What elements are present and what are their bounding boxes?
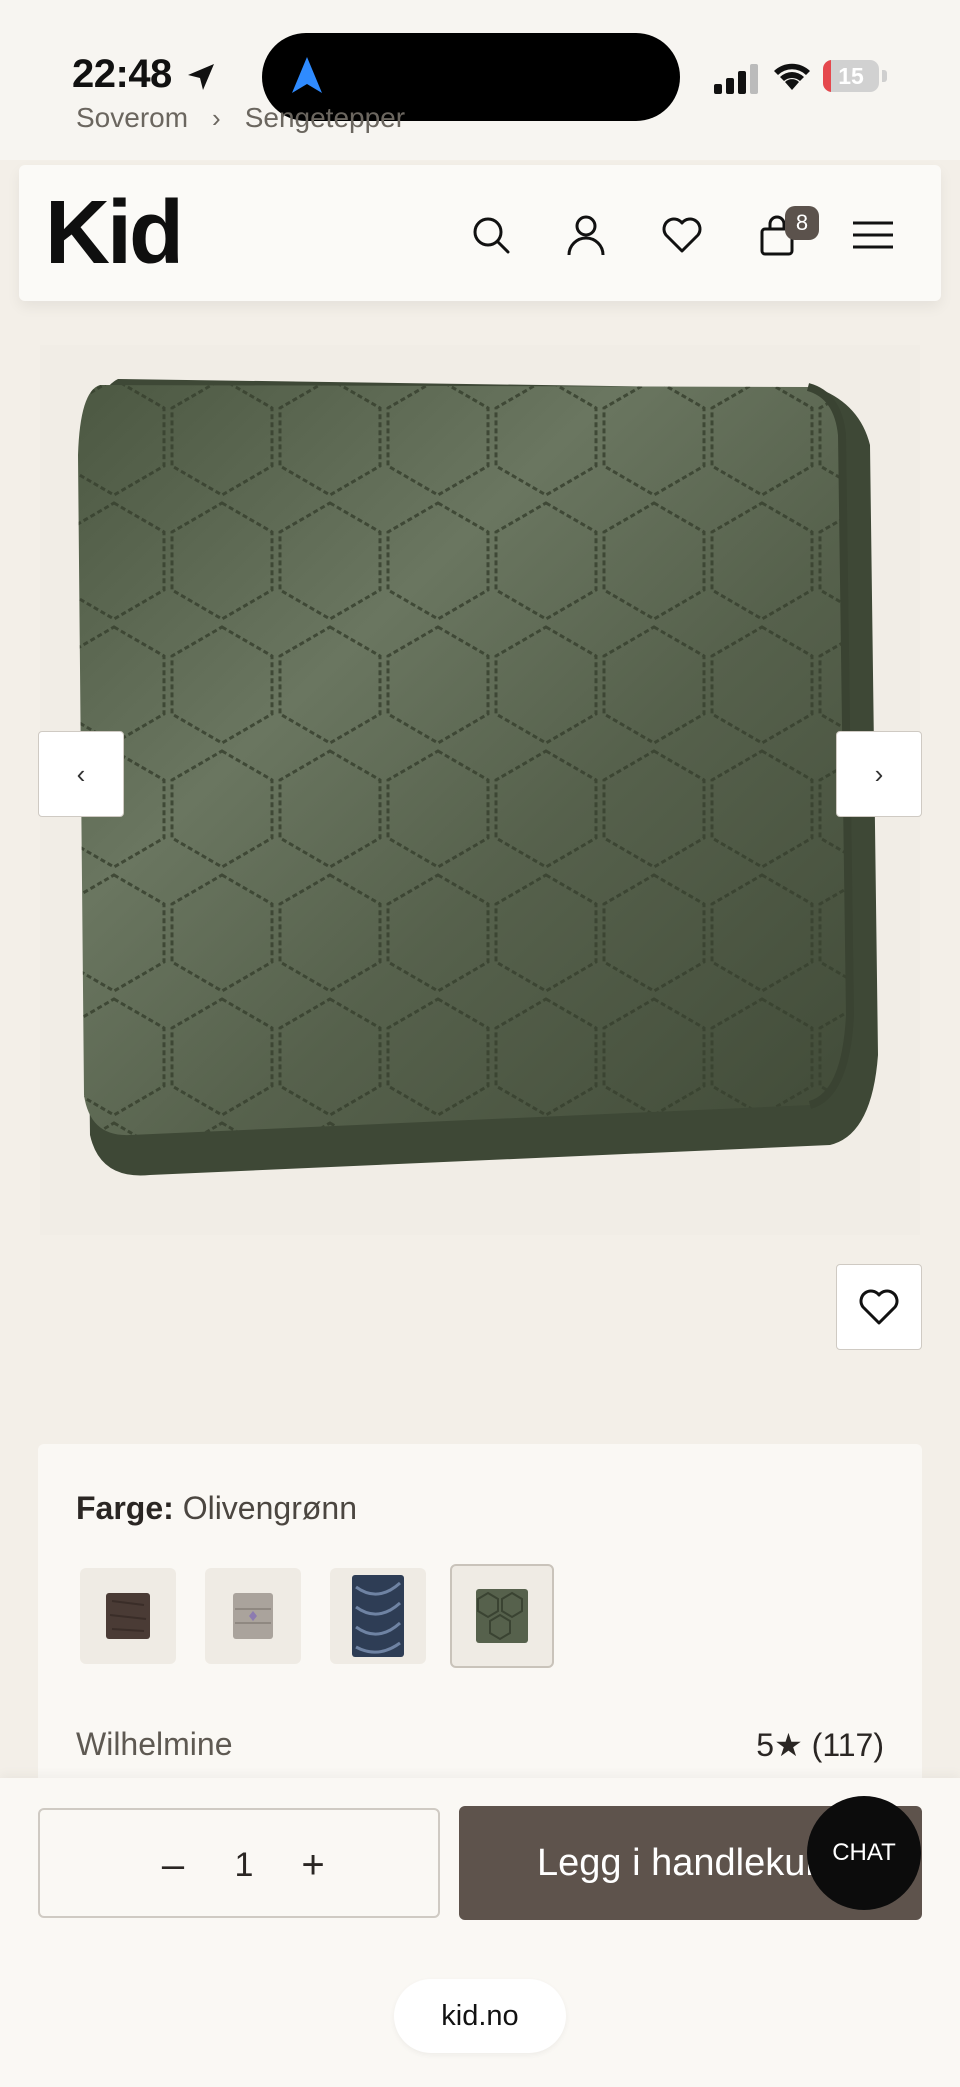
chat-button[interactable]: CHAT xyxy=(807,1796,921,1910)
cellular-signal-icon xyxy=(714,64,758,94)
battery-tip xyxy=(882,70,887,82)
site-header: Kid 8 xyxy=(19,165,941,301)
status-time: 22:48 xyxy=(72,52,172,96)
menu-icon[interactable] xyxy=(845,207,901,263)
gallery-next-button[interactable]: › xyxy=(836,731,922,817)
search-icon[interactable] xyxy=(463,207,519,263)
color-swatch-brown[interactable] xyxy=(80,1568,176,1664)
gallery-prev-button[interactable]: ‹ xyxy=(38,731,124,817)
product-rating[interactable]: 5★ (117) xyxy=(756,1726,884,1764)
add-to-wishlist-button[interactable] xyxy=(836,1264,922,1350)
product-details-card: Farge: Olivengrønn Wilhelmine 5★ (117) xyxy=(38,1444,922,1824)
breadcrumb-separator: › xyxy=(212,102,221,133)
heart-icon xyxy=(859,1289,899,1325)
breadcrumb: Soverom › Sengetepper xyxy=(76,102,405,134)
quantity-stepper: – 1 + xyxy=(38,1808,440,1918)
battery-level: 15 xyxy=(838,63,864,89)
quantity-increase-button[interactable]: + xyxy=(288,1840,338,1890)
location-arrow-icon xyxy=(188,64,214,90)
review-count: (117) xyxy=(811,1727,884,1763)
account-icon[interactable] xyxy=(558,207,614,263)
brand-name[interactable]: Wilhelmine xyxy=(76,1726,232,1763)
breadcrumb-item-soverom[interactable]: Soverom xyxy=(76,102,188,134)
color-value: Olivengrønn xyxy=(182,1490,357,1526)
breadcrumb-item-sengetepper[interactable]: Sengetepper xyxy=(245,102,405,134)
browser-url-bar[interactable]: kid.no xyxy=(394,1979,566,2053)
color-swatch-grey[interactable] xyxy=(205,1568,301,1664)
cart-count-badge: 8 xyxy=(785,206,819,240)
product-image[interactable] xyxy=(60,375,900,1185)
logo[interactable]: Kid xyxy=(45,183,184,283)
quantity-value[interactable]: 1 xyxy=(224,1840,264,1890)
color-selection-label: Farge: Olivengrønn xyxy=(76,1490,357,1527)
color-swatch-olive[interactable] xyxy=(450,1564,554,1668)
navigation-arrow-icon xyxy=(292,57,322,93)
color-swatch-blue[interactable] xyxy=(330,1568,426,1664)
battery-icon: 15 xyxy=(823,60,879,92)
star-icon: ★ xyxy=(774,1727,803,1763)
wifi-icon xyxy=(774,63,810,90)
rating-value: 5 xyxy=(756,1727,775,1763)
quantity-decrease-button[interactable]: – xyxy=(148,1840,198,1890)
wishlist-icon[interactable] xyxy=(654,207,710,263)
color-label: Farge: xyxy=(76,1490,174,1526)
